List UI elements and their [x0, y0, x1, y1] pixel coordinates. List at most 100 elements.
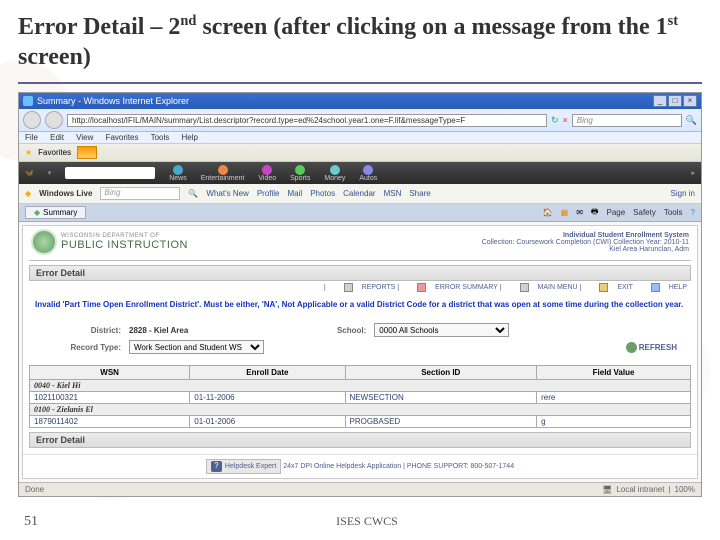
- school-label: School:: [288, 326, 366, 335]
- favorites-label[interactable]: Favorites: [38, 148, 71, 157]
- refresh-icon[interactable]: ↻: [551, 115, 559, 126]
- browser-tab[interactable]: ◆ Summary: [25, 206, 86, 219]
- home-icon[interactable]: 🏠: [543, 208, 553, 217]
- windows-live-bar: ◆ Windows Live Bing 🔍 What's New Profile…: [19, 184, 701, 204]
- tabs-button[interactable]: [77, 146, 97, 159]
- app-link-bar: | REPORTS | ERROR SUMMARY | MAIN MENU | …: [23, 281, 697, 294]
- rectype-label: Record Type:: [43, 343, 121, 352]
- mail-icon[interactable]: ✉: [576, 208, 583, 217]
- status-zone: Local intranet: [616, 485, 664, 494]
- screenshot-frame: Summary - Windows Internet Explorer _ □ …: [18, 92, 702, 497]
- link-exit[interactable]: EXIT: [591, 284, 632, 291]
- table-row[interactable]: 1879011402 01-01-2006 PROGBASED g: [30, 416, 691, 428]
- link-main-menu[interactable]: MAIN MENU: [512, 284, 578, 291]
- wlive-signin[interactable]: Sign in: [671, 189, 695, 198]
- help-q-icon: [651, 283, 660, 292]
- main-menu-icon: [520, 283, 529, 292]
- footer-center: ISES CWCS: [336, 514, 398, 530]
- table-group-row: 0040 - Kiel Hi: [30, 380, 691, 392]
- back-button[interactable]: [23, 111, 41, 129]
- error-message: Invalid 'Part Time Open Enrollment Distr…: [23, 294, 697, 316]
- search-field[interactable]: Bing: [572, 114, 682, 127]
- help-icon[interactable]: ?: [691, 208, 695, 217]
- link-help[interactable]: HELP: [643, 284, 687, 291]
- col-section: Section ID: [345, 366, 537, 380]
- print-icon[interactable]: 🖶: [591, 206, 599, 220]
- tools-menu[interactable]: Tools: [664, 208, 683, 217]
- wlive-calendar[interactable]: Calendar: [343, 189, 375, 198]
- wlive-photos[interactable]: Photos: [310, 189, 335, 198]
- dpi-logo: WISCONSIN DEPARTMENT OF PUBLIC INSTRUCTI…: [31, 229, 188, 255]
- status-left: Done: [25, 485, 44, 494]
- forward-button[interactable]: [45, 111, 63, 129]
- msn-money[interactable]: Money: [324, 165, 345, 182]
- status-zoom[interactable]: 100%: [675, 485, 695, 494]
- helpdesk-q-icon: ?: [211, 461, 222, 472]
- msn-news[interactable]: News: [169, 165, 187, 182]
- favorites-star-icon[interactable]: ★: [25, 148, 32, 157]
- tab-favicon: ◆: [34, 208, 40, 217]
- url-field[interactable]: http://localhost/IFIL/MAIN/summary/List.…: [67, 114, 547, 127]
- school-select[interactable]: 0000 All Schools: [374, 323, 509, 337]
- filter-panel: District: 2828 - Kiel Area School: 0000 …: [23, 316, 697, 361]
- wlive-share[interactable]: Share: [409, 189, 430, 198]
- wlive-label: Windows Live: [39, 189, 92, 198]
- menu-help[interactable]: Help: [182, 133, 198, 142]
- dpi-name: PUBLIC INSTRUCTION: [61, 239, 188, 251]
- ie-menu-bar: File Edit View Favorites Tools Help: [19, 132, 701, 144]
- wlive-mail[interactable]: Mail: [288, 189, 303, 198]
- system-info: Individual Student Enrollment System Col…: [482, 232, 689, 253]
- wlive-whatsnew[interactable]: What's New: [206, 189, 248, 198]
- menu-view[interactable]: View: [76, 133, 93, 142]
- close-button[interactable]: ×: [683, 95, 697, 107]
- slide-title: Error Detail – 2nd screen (after clickin…: [0, 0, 720, 82]
- col-enroll: Enroll Date: [190, 366, 345, 380]
- section-header-2: Error Detail: [29, 432, 691, 448]
- section-header: Error Detail: [29, 265, 691, 281]
- helpdesk-footer: ? Helpdesk Expert 24x7 DPI Online Helpde…: [23, 454, 697, 478]
- reports-icon: [344, 283, 353, 292]
- table-group-row: 0100 - Zielanis El: [30, 404, 691, 416]
- district-value: 2828 - Kiel Area: [129, 326, 188, 335]
- menu-favorites[interactable]: Favorites: [106, 133, 139, 142]
- record-type-select[interactable]: Work Section and Student WS: [129, 340, 264, 354]
- slide-footer: 51 ISES CWCS: [0, 514, 720, 530]
- helpdesk-box[interactable]: ? Helpdesk Expert: [206, 459, 281, 474]
- table-row[interactable]: 1021100321 01-11-2006 NEWSECTION rere: [30, 392, 691, 404]
- ie-icon: [23, 96, 33, 106]
- msn-entertainment[interactable]: Entertainment: [201, 165, 245, 182]
- window-buttons: _ □ ×: [653, 95, 697, 107]
- menu-tools[interactable]: Tools: [151, 133, 170, 142]
- ie-tab-row: ◆ Summary 🏠 ▦ ✉ 🖶 Page Safety Tools ?: [19, 204, 701, 222]
- msn-video[interactable]: Video: [258, 165, 276, 182]
- wlive-msn[interactable]: MSN: [384, 189, 402, 198]
- msn-autos[interactable]: Autos: [359, 165, 377, 182]
- msn-toolbar: 🦋 ▾ News Entertainment Video Sports Mone…: [19, 162, 701, 184]
- feeds-icon[interactable]: ▦: [561, 208, 569, 217]
- refresh-link[interactable]: REFRESH: [626, 342, 677, 353]
- search-go-icon[interactable]: 🔍: [686, 115, 697, 126]
- ie-favorites-bar: ★ Favorites: [19, 144, 701, 162]
- msn-sports[interactable]: Sports: [290, 165, 310, 182]
- error-summary-icon: [417, 283, 426, 292]
- stop-icon[interactable]: ×: [563, 115, 568, 125]
- menu-edit[interactable]: Edit: [50, 133, 64, 142]
- link-reports[interactable]: REPORTS: [336, 284, 396, 291]
- wlive-profile[interactable]: Profile: [257, 189, 280, 198]
- safety-menu[interactable]: Safety: [633, 208, 656, 217]
- refresh-icon2: [626, 342, 637, 353]
- page-menu[interactable]: Page: [606, 208, 625, 217]
- link-error-summary[interactable]: ERROR SUMMARY: [409, 284, 498, 291]
- menu-file[interactable]: File: [25, 133, 38, 142]
- ie-titlebar: Summary - Windows Internet Explorer _ □ …: [19, 93, 701, 109]
- col-wsn: WSN: [30, 366, 190, 380]
- ie-status-bar: Done 🖥 Local intranet | 100%: [19, 482, 701, 496]
- wlive-search[interactable]: Bing: [100, 187, 180, 200]
- tab-label: Summary: [43, 208, 77, 217]
- col-fieldval: Field Value: [537, 366, 691, 380]
- app-body: WISCONSIN DEPARTMENT OF PUBLIC INSTRUCTI…: [22, 225, 698, 479]
- maximize-button[interactable]: □: [668, 95, 682, 107]
- minimize-button[interactable]: _: [653, 95, 667, 107]
- helpdesk-text: 24x7 DPI Online Helpdesk Application | P…: [283, 463, 514, 470]
- msn-search[interactable]: [65, 167, 155, 179]
